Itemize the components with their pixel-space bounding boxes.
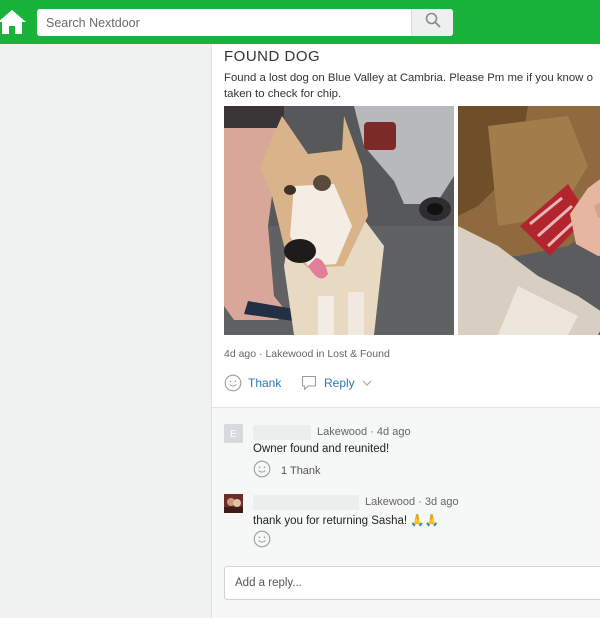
- top-bar: [0, 0, 600, 44]
- comment-location-time: Lakewood · 3d ago: [365, 496, 459, 508]
- post-photo-dog-collar[interactable]: [458, 106, 600, 335]
- comments-section: E Lakewood · 4d ago Owner found and reun…: [212, 407, 600, 618]
- chevron-down-icon: [362, 379, 372, 387]
- thank-count[interactable]: 1 Thank: [281, 465, 321, 477]
- avatar[interactable]: [224, 494, 243, 513]
- post-card: FOUND DOG Found a lost dog on Blue Valle…: [211, 44, 600, 618]
- post-actions: Thank Reply: [224, 374, 600, 398]
- search-icon: [425, 12, 441, 33]
- post-photo-dog-face[interactable]: [224, 106, 454, 335]
- speech-bubble-icon: [300, 374, 318, 392]
- post-meta: 4d ago · Lakewood in Lost & Found: [224, 348, 390, 360]
- smiley-icon[interactable]: [253, 460, 271, 483]
- search-input[interactable]: [37, 9, 411, 36]
- reply-input[interactable]: [225, 567, 600, 599]
- reply-button[interactable]: Reply: [300, 374, 372, 392]
- comment-reactions: 1 Thank: [253, 460, 321, 483]
- comment-location-time: Lakewood · 4d ago: [317, 426, 411, 438]
- avatar[interactable]: E: [224, 424, 243, 443]
- search-button[interactable]: [411, 9, 453, 36]
- smiley-icon[interactable]: [253, 530, 271, 553]
- comment-text: thank you for returning Sasha! 🙏🙏: [253, 515, 439, 527]
- reply-label: Reply: [324, 376, 355, 390]
- comment-header: Lakewood · 3d ago: [253, 494, 459, 510]
- comment-reactions: [253, 530, 271, 553]
- search-bar: [37, 9, 453, 36]
- comment-text: Owner found and reunited!: [253, 443, 390, 455]
- post-body: Found a lost dog on Blue Valley at Cambr…: [224, 72, 593, 100]
- thank-button[interactable]: Thank: [224, 374, 281, 392]
- redacted-author-name[interactable]: [253, 494, 359, 510]
- thank-label: Thank: [248, 376, 282, 390]
- redacted-author-name[interactable]: [253, 424, 311, 440]
- smiley-icon: [224, 374, 242, 392]
- reply-box: [224, 566, 600, 600]
- post-title: FOUND DOG: [224, 48, 321, 65]
- home-icon[interactable]: [0, 8, 26, 36]
- comment-header: Lakewood · 4d ago: [253, 424, 411, 440]
